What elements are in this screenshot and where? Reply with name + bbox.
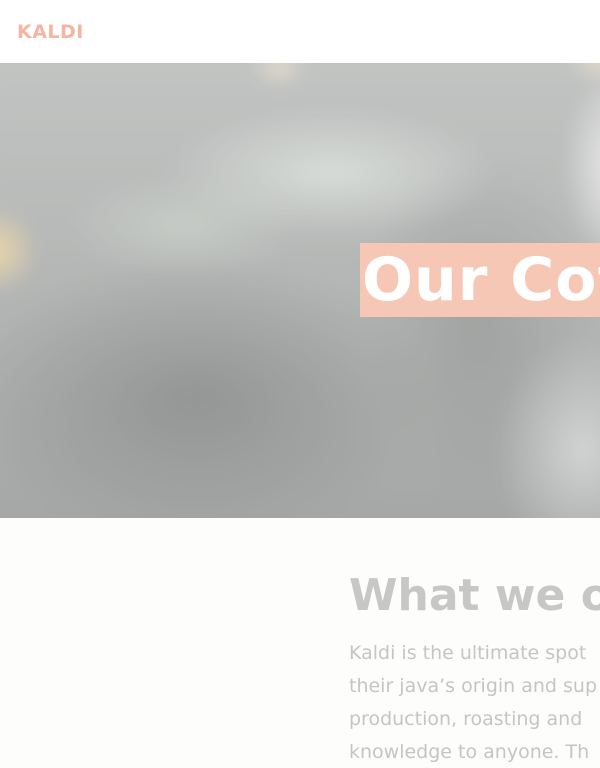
- section-paragraph: Kaldi is the ultimate spot their java’s …: [349, 637, 600, 768]
- paragraph-line: production, roasting and: [349, 708, 583, 730]
- about-section: What we o Kaldi is the ultimate spot the…: [0, 518, 600, 768]
- hero-title: Our Cof: [360, 243, 600, 317]
- hero-section: Our Cof: [0, 63, 600, 518]
- section-heading: What we o: [349, 570, 600, 621]
- paragraph-line: Kaldi is the ultimate spot: [349, 642, 587, 664]
- paragraph-line: their java’s origin and sup: [349, 675, 598, 697]
- logo[interactable]: KALDI: [17, 20, 84, 44]
- paragraph-line: knowledge to anyone. Th: [349, 741, 590, 763]
- navbar: KALDI: [0, 0, 600, 64]
